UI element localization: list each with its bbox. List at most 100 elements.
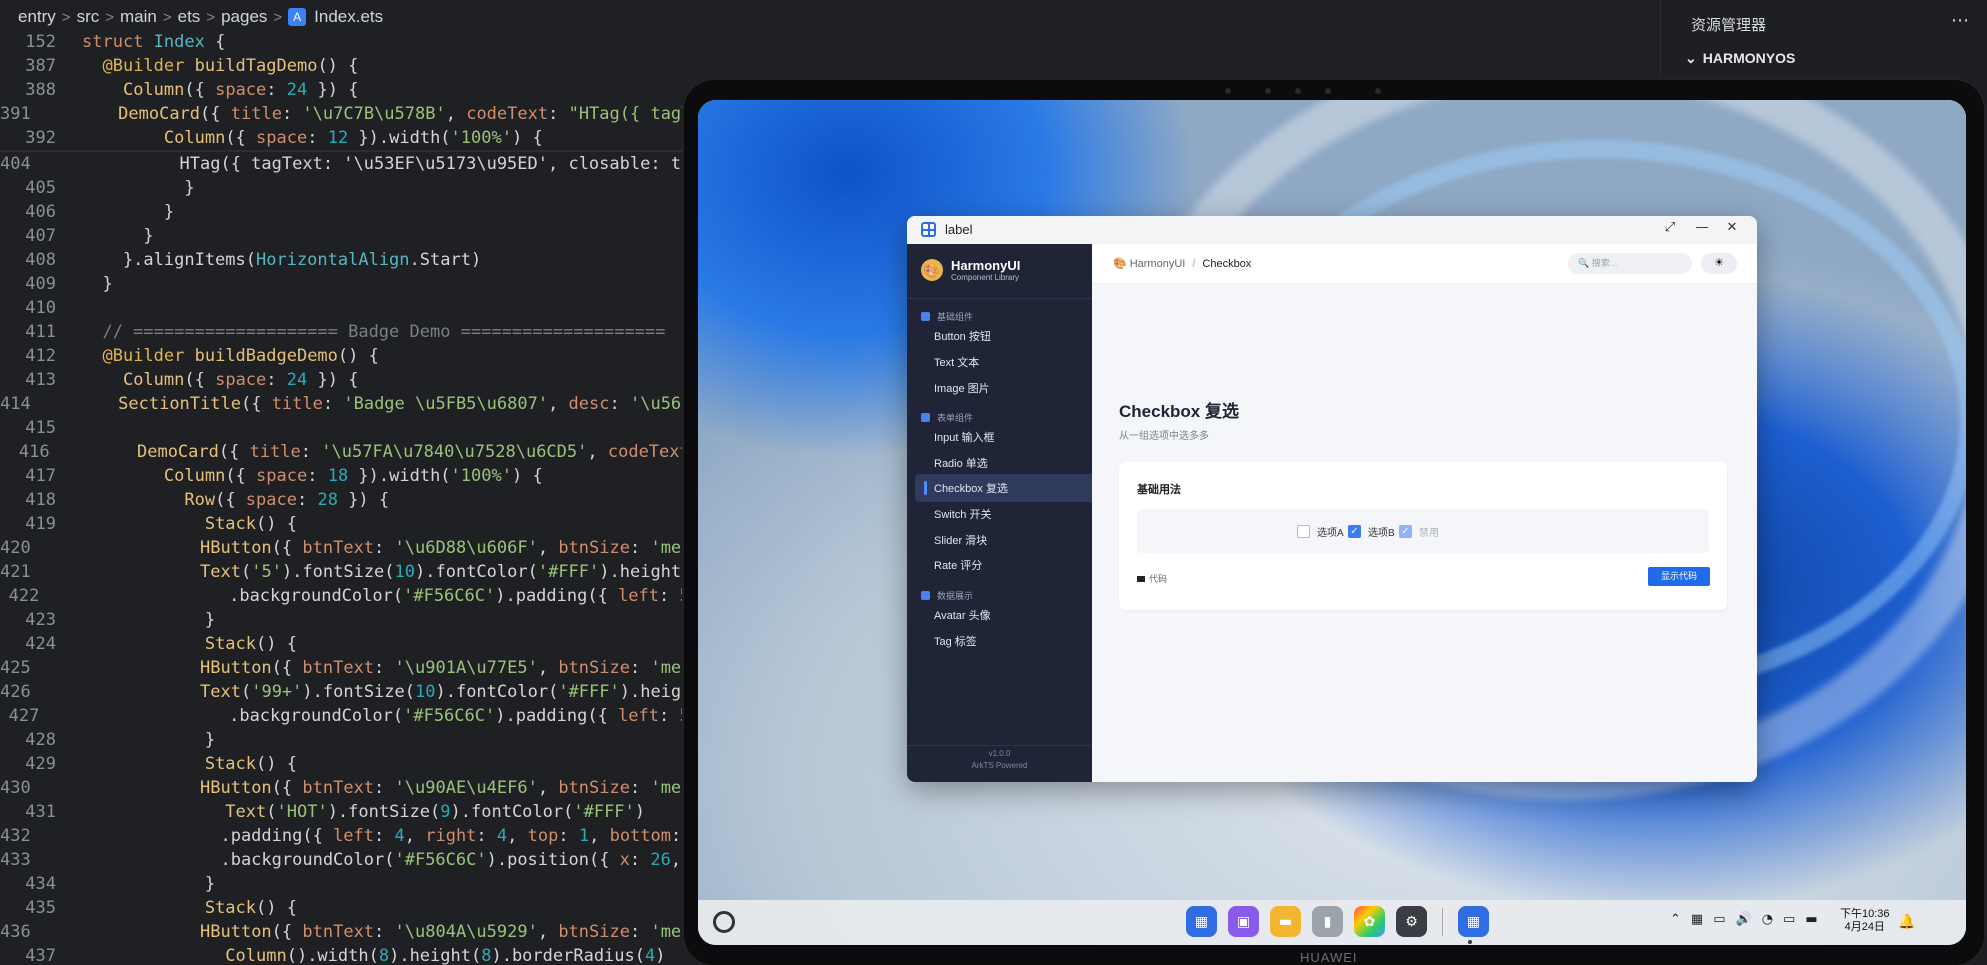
battery-icon[interactable]: ▬ — [1805, 912, 1817, 927]
code-line[interactable]: 434 } — [0, 872, 700, 896]
code-line[interactable]: 152 struct Index { — [0, 30, 700, 54]
chevron-up-icon[interactable]: ⌃ — [1670, 912, 1681, 927]
code-line[interactable]: 425 HButton({ btnText: '\u901A\u77E5', b… — [0, 656, 702, 680]
code-line[interactable]: 419 Stack() { — [0, 512, 700, 536]
code-line[interactable]: 426 Text('99+').fontSize(10).fontColor('… — [0, 680, 702, 704]
screenshot-icon[interactable]: ▭ — [1713, 912, 1725, 927]
sidebar-item-switch[interactable]: Switch 开关 — [915, 500, 1092, 528]
code-line[interactable]: 407 } — [0, 224, 700, 248]
breadcrumb-home[interactable]: HarmonyUI — [1130, 258, 1186, 270]
notification-bell-icon[interactable]: 🔔 — [1898, 914, 1915, 930]
code-token: codeText — [466, 104, 549, 124]
sidebar-item-avatar[interactable]: Avatar 头像 — [915, 601, 1092, 629]
code-line[interactable]: 405 } — [0, 176, 700, 200]
input-method-icon[interactable]: ▦ — [1691, 912, 1703, 927]
sidebar-item-tag[interactable]: Tag 标签 — [915, 627, 1092, 655]
code-lines[interactable]: 152 struct Index {387 @Builder buildTagDe… — [0, 30, 702, 965]
code-line[interactable]: 416 DemoCard({ title: '\u57FA\u7840\u752… — [0, 440, 700, 464]
code-token: ).fontSize( — [327, 802, 441, 822]
code-line[interactable]: 392 Column({ space: 12 }).width('100%') … — [0, 126, 700, 150]
code-line[interactable]: 415 — [0, 416, 700, 440]
display-icon[interactable]: ▭ — [1783, 912, 1795, 927]
code-line[interactable]: 409 } — [0, 272, 700, 296]
code-token: ).fontColor( — [435, 682, 559, 702]
minimize-icon[interactable]: — — [1693, 220, 1711, 235]
volume-icon[interactable]: 🔊 — [1736, 912, 1752, 927]
code-line[interactable]: 417 Column({ space: 18 }).width('100%') … — [0, 464, 700, 488]
code-line[interactable]: 430 HButton({ btnText: '\u90AE\u4EF6', b… — [0, 776, 702, 800]
sidebar-item-slider[interactable]: Slider 滑块 — [915, 526, 1092, 554]
tree-root-harmonyos[interactable]: ⌄ HARMONYOS — [1685, 50, 1795, 67]
breadcrumb-pages[interactable]: pages — [221, 7, 267, 27]
sidebar-item-checkbox[interactable]: Checkbox 复选 — [915, 474, 1092, 502]
code-line[interactable]: 432 .padding({ left: 4, right: 4, top: 1… — [0, 824, 702, 848]
code-token: } — [82, 730, 216, 750]
code-line[interactable]: 391 DemoCard({ title: '\u7C7B\u578B', co… — [0, 102, 702, 126]
code-line[interactable]: 431 Text('HOT').fontSize(9).fontColor('#… — [0, 800, 700, 824]
settings-gear-icon[interactable]: ⚙ — [1396, 906, 1427, 937]
code-line[interactable]: 437 Column().width(8).height(8).borderRa… — [0, 944, 700, 965]
sidebar-item-rate[interactable]: Rate 评分 — [915, 551, 1092, 579]
sidebar-item-button[interactable]: Button 按钮 — [915, 322, 1092, 350]
code-line[interactable]: 387 @Builder buildTagDemo() { — [0, 54, 700, 78]
home-circle-icon[interactable] — [713, 911, 735, 933]
line-code: } — [56, 874, 215, 894]
code-line[interactable]: 429 Stack() { — [0, 752, 700, 776]
sidebar-item-input[interactable]: Input 输入框 — [915, 423, 1092, 451]
theme-toggle-button[interactable]: ☀ — [1701, 253, 1737, 274]
harmonyui-app-icon[interactable]: ▦ — [1458, 906, 1489, 937]
app-grid-icon[interactable]: ▦ — [1186, 906, 1217, 937]
code-line[interactable]: 412 @Builder buildBadgeDemo() { — [0, 344, 700, 368]
files-icon[interactable]: ▬ — [1270, 906, 1301, 937]
breadcrumb-file[interactable]: Index.ets — [314, 7, 383, 27]
clock[interactable]: 下午10:36 4月24日 — [1840, 908, 1890, 934]
code-line[interactable]: 406 } — [0, 200, 700, 224]
show-code-button[interactable]: 显示代码 — [1648, 567, 1710, 586]
code-line[interactable]: 436 HButton({ btnText: '\u804A\u5929', b… — [0, 920, 702, 944]
code-line[interactable]: 423 } — [0, 608, 700, 632]
wifi-icon[interactable]: ◔ — [1762, 912, 1773, 927]
code-line[interactable]: 420 HButton({ btnText: '\u6D88\u606F', b… — [0, 536, 702, 560]
code-line[interactable]: 413 Column({ space: 24 }) { — [0, 368, 700, 392]
code-line[interactable]: 410 — [0, 296, 700, 320]
code-line[interactable]: 408 }.alignItems(HorizontalAlign.Start) — [0, 248, 700, 272]
search-input[interactable]: 🔍 搜索... — [1568, 253, 1692, 274]
code-line[interactable]: 421 Text('5').fontSize(10).fontColor('#F… — [0, 560, 702, 584]
breadcrumb-entry[interactable]: entry — [18, 7, 56, 27]
window-title: label — [945, 222, 973, 237]
code-line[interactable]: 404 HTag({ tagText: '\u53EF\u5173\u95ED'… — [0, 152, 702, 176]
code-line[interactable]: 414 SectionTitle({ title: 'Badge \u5FB5\… — [0, 392, 702, 416]
code-line[interactable]: 411 // ==================== Badge Demo =… — [0, 320, 700, 344]
sidebar-item-text[interactable]: Text 文本 — [915, 348, 1092, 376]
breadcrumb-main[interactable]: main — [120, 7, 157, 27]
code-line[interactable]: 422 .backgroundColor('#F56C6C').padding(… — [0, 584, 700, 608]
checkbox-box[interactable] — [1297, 525, 1310, 538]
checkbox-option-a[interactable]: 选项A — [1297, 524, 1344, 539]
restore-icon[interactable]: ⤢ — [1661, 220, 1679, 235]
breadcrumb-ets[interactable]: ets — [178, 7, 201, 27]
gallery-icon[interactable]: ✿ — [1354, 906, 1385, 937]
code-line[interactable]: 424 Stack() { — [0, 632, 700, 656]
trash-icon[interactable]: ▮ — [1312, 906, 1343, 937]
code-line[interactable]: 433 .backgroundColor('#F56C6C').position… — [0, 848, 702, 872]
breadcrumb-src[interactable]: src — [77, 7, 100, 27]
code-token: struct — [82, 32, 154, 52]
sidebar-item-radio[interactable]: Radio 单选 — [915, 449, 1092, 477]
code-line[interactable]: 428 } — [0, 728, 700, 752]
code-toggle[interactable]: 代码 — [1137, 572, 1167, 585]
window-titlebar[interactable]: label ⤢ — ✕ — [907, 216, 1757, 244]
code-line[interactable]: 427 .backgroundColor('#F56C6C').padding(… — [0, 704, 700, 728]
more-options-icon[interactable]: ⋯ — [1951, 10, 1969, 31]
multitask-icon[interactable]: ▣ — [1228, 906, 1259, 937]
check-icon[interactable]: ✓ — [1348, 525, 1361, 538]
close-icon[interactable]: ✕ — [1723, 220, 1741, 235]
checkbox-option-b[interactable]: ✓ 选项B — [1348, 524, 1395, 539]
code-token: Column — [122, 370, 185, 390]
sidebar-item-image[interactable]: Image 图片 — [915, 374, 1092, 402]
code-line[interactable]: 418 Row({ space: 28 }) { — [0, 488, 700, 512]
code-line[interactable]: 435 Stack() { — [0, 896, 700, 920]
code-token: SectionTitle — [118, 394, 241, 414]
code-line[interactable]: 388 Column({ space: 24 }) { — [0, 78, 700, 102]
